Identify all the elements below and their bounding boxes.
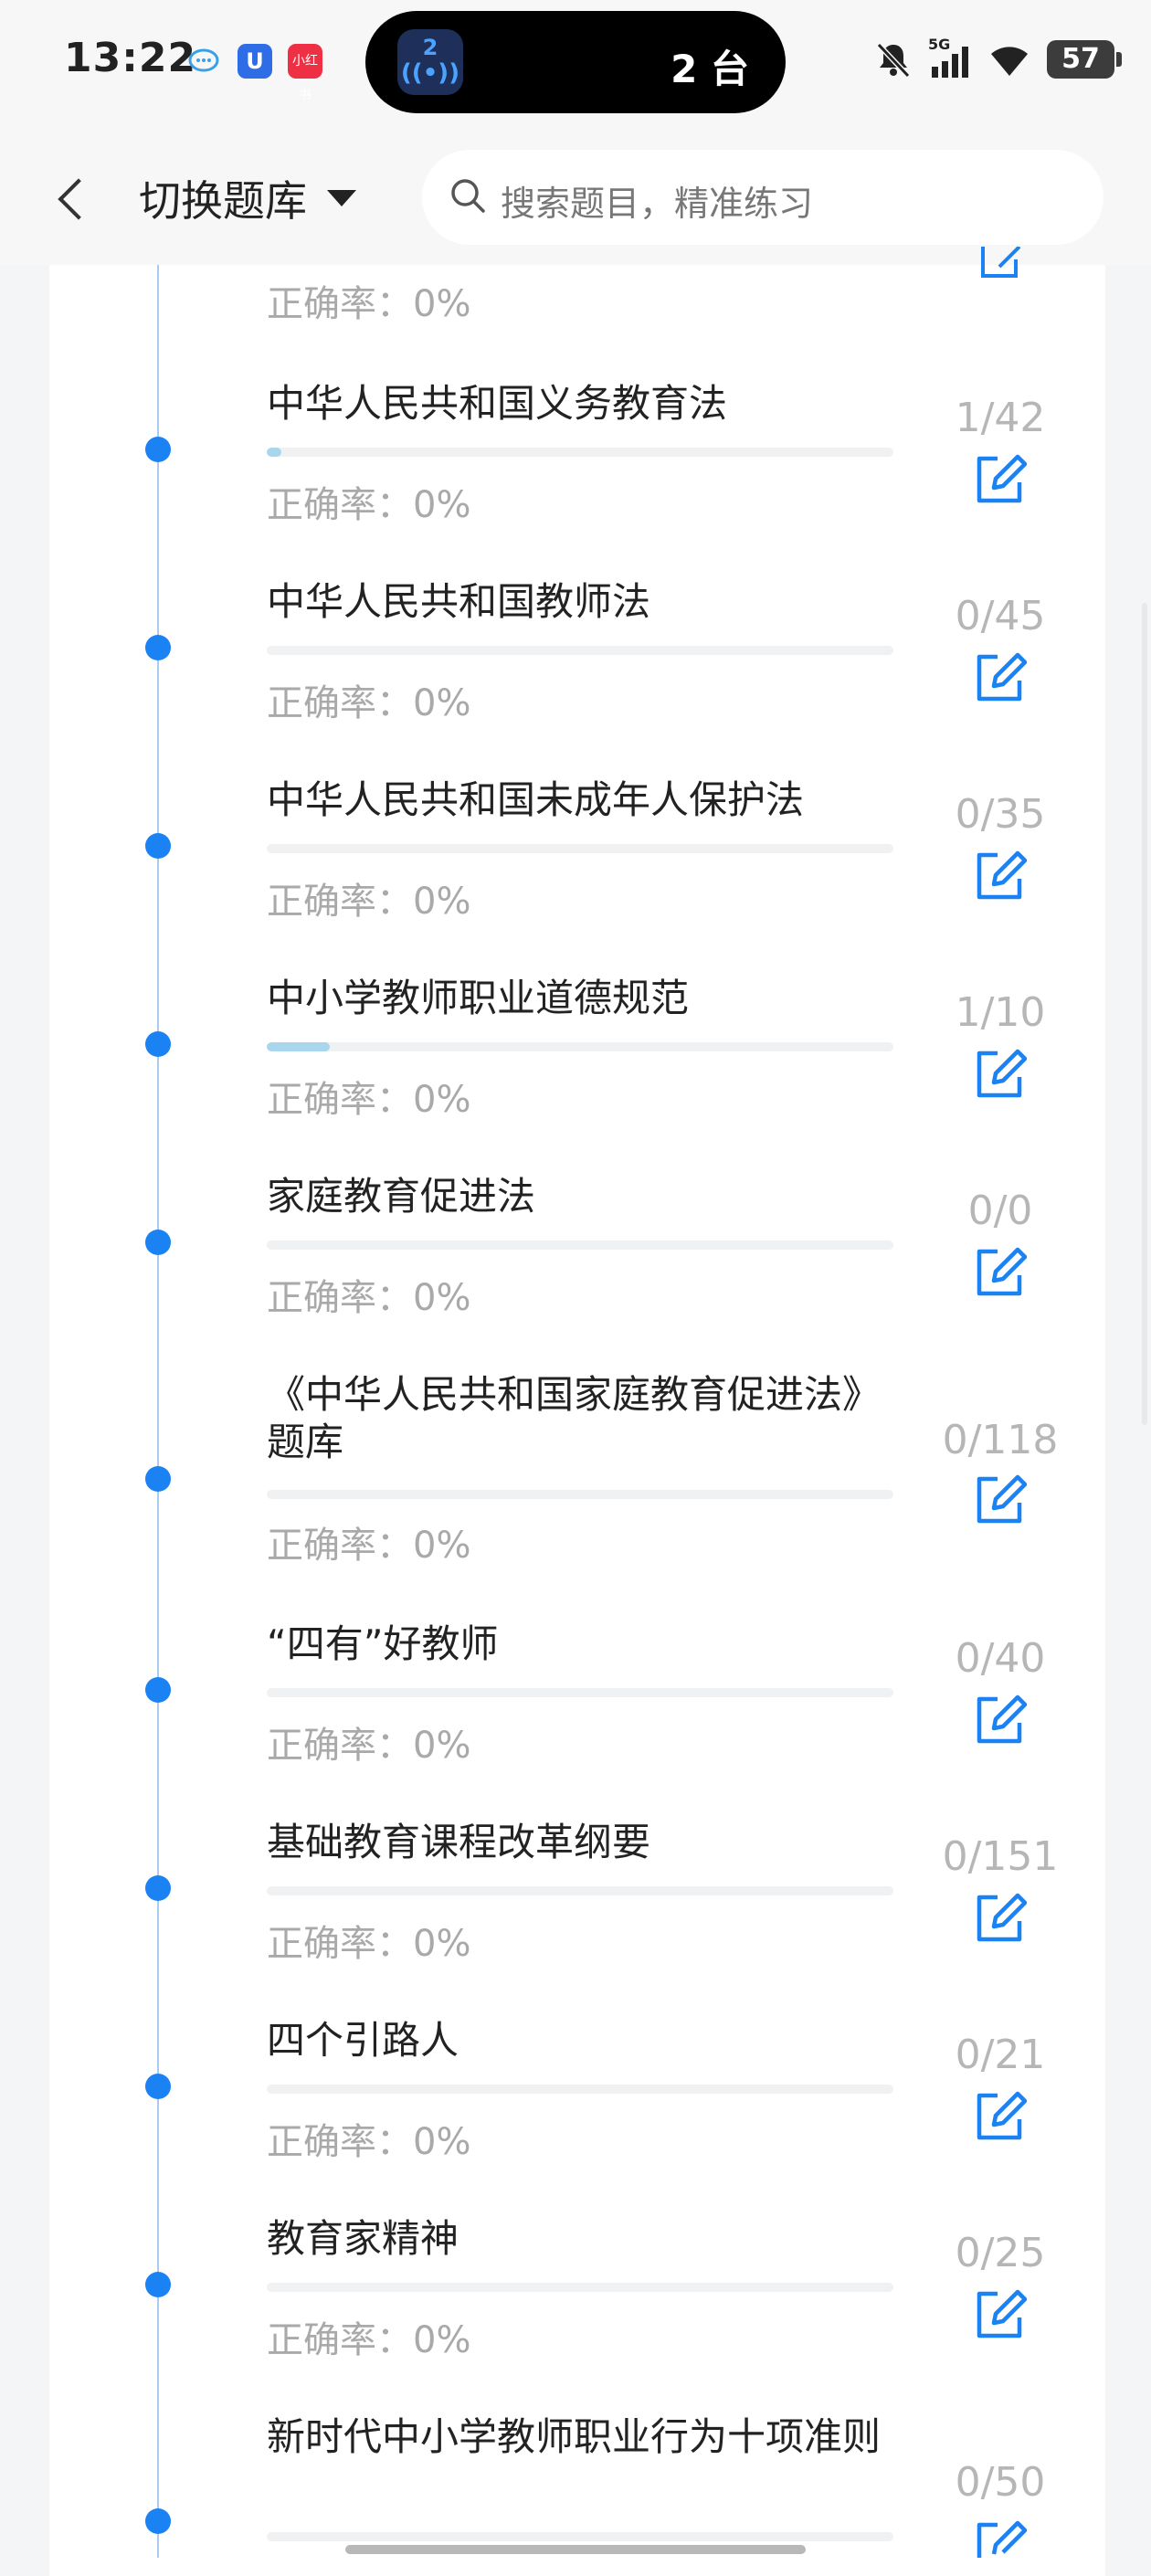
item-title: “四有”好教师 [267,1621,499,1666]
edit-icon[interactable] [974,2090,1027,2143]
progress-bar [267,2532,893,2541]
question-count: 1/42 [955,395,1046,441]
accuracy-text: 正确率：0% [267,484,471,526]
accuracy-text: 正确率：0% [267,1079,471,1121]
progress-bar [267,1886,893,1895]
timeline-line [157,265,159,2558]
accuracy-text: 正确率：0% [267,283,471,325]
timeline-dot [145,1466,171,1492]
progress-bar [267,646,893,655]
edit-icon[interactable] [974,850,1027,903]
caret-down-icon[interactable] [327,190,356,206]
question-count: 0/35 [955,791,1046,838]
progress-bar [267,1042,893,1051]
search-input[interactable]: 搜索题目，精准练习 [422,150,1103,245]
item-title: 《中华人民共和国家庭教育促进法》题库 [267,1372,882,1464]
question-count: 0/21 [955,2032,1046,2078]
accuracy-text: 正确率：0% [267,1277,471,1319]
timeline-dot [145,437,171,462]
battery-icon: 57 [1047,40,1122,79]
question-count: 0/0 [967,1188,1033,1234]
timeline-dot [145,2074,171,2099]
search-placeholder: 搜索题目，精准练习 [501,184,814,224]
edit-icon[interactable] [974,247,1027,283]
dynamic-island[interactable]: 2 ((•)) 2 台 [365,11,786,113]
timeline-dot [145,1230,171,1255]
timeline-dot [145,2272,171,2297]
signal-label: 5G [928,36,951,53]
item-title: 中小学教师职业道德规范 [267,976,690,1020]
broadcast-icon: ((•)) [400,59,460,87]
status-indicators: 5G 57 [873,36,1122,82]
item-title: 基础教育课程改革纲要 [267,1820,651,1864]
signal-icon: 5G [928,36,972,79]
top-bar: 切换题库 搜索题目，精准练习 [0,128,1151,265]
item-title: 四个引路人 [267,2018,459,2063]
timeline-dot [145,1677,171,1703]
wifi-icon [991,47,1028,76]
edit-icon[interactable] [974,1694,1027,1747]
accuracy-text: 正确率：0% [267,1725,471,1767]
accuracy-text: 正确率：0% [267,682,471,724]
item-title: 中华人民共和国义务教育法 [267,381,728,426]
edit-icon[interactable] [974,2288,1027,2341]
broadcast-app-icon: 2 ((•)) [397,29,463,95]
question-count: 0/151 [942,1833,1059,1880]
home-indicator[interactable] [345,2545,806,2554]
edit-icon[interactable] [974,651,1027,704]
timeline-dot [145,635,171,660]
item-title: 教育家精神 [267,2216,459,2261]
edit-icon[interactable] [974,1892,1027,1945]
accuracy-text: 正确率：0% [267,1923,471,1965]
question-count: 0/40 [955,1635,1046,1682]
question-count: 0/118 [942,1417,1059,1463]
status-bar: 13:22 U 小红书 2 ((•)) 2 台 5G 57 [0,0,1151,128]
progress-fill [267,448,282,457]
item-title: 家庭教育促进法 [267,1174,536,1219]
progress-bar [267,1240,893,1250]
scrollbar[interactable] [1142,603,1147,1425]
edit-icon[interactable] [974,453,1027,506]
question-count: 1/10 [955,989,1046,1036]
item-title: 新时代中小学教师职业行为十项准则 [267,2414,882,2459]
u-app-icon: U [238,44,272,79]
progress-bar [267,844,893,853]
timeline-dot [145,2508,171,2534]
edit-icon[interactable] [974,2519,1027,2558]
search-icon [451,179,485,213]
accuracy-text: 正确率：0% [267,2121,471,2163]
mute-bell-icon [876,42,911,79]
back-button[interactable] [55,172,100,227]
edit-icon[interactable] [974,1246,1027,1299]
xiaohongshu-app-icon: 小红书 [288,44,322,103]
accuracy-text: 正确率：0% [267,1525,471,1567]
accuracy-text: 正确率：0% [267,881,471,923]
island-text: 2 台 [671,47,749,91]
edit-icon[interactable] [974,1048,1027,1101]
message-app-icon [186,44,221,79]
timeline-dot [145,1031,171,1057]
item-title: 中华人民共和国未成年人保护法 [267,777,805,822]
status-time: 13:22 [64,35,197,81]
island-badge: 2 [422,35,438,60]
timeline-dot [145,1875,171,1901]
accuracy-text: 正确率：0% [267,2319,471,2361]
edit-icon[interactable] [974,1473,1027,1526]
switch-bank-button[interactable]: 切换题库 [139,168,307,228]
question-count: 0/50 [955,2459,1046,2506]
progress-bar [267,2283,893,2292]
progress-bar [267,448,893,457]
timeline-dot [145,833,171,859]
progress-bar [267,2085,893,2094]
progress-bar [267,1688,893,1697]
progress-fill [267,1042,330,1051]
progress-bar [267,1490,893,1499]
item-title: 中华人民共和国教师法 [267,579,651,624]
question-count: 0/25 [955,2230,1046,2276]
question-count: 0/45 [955,593,1046,639]
